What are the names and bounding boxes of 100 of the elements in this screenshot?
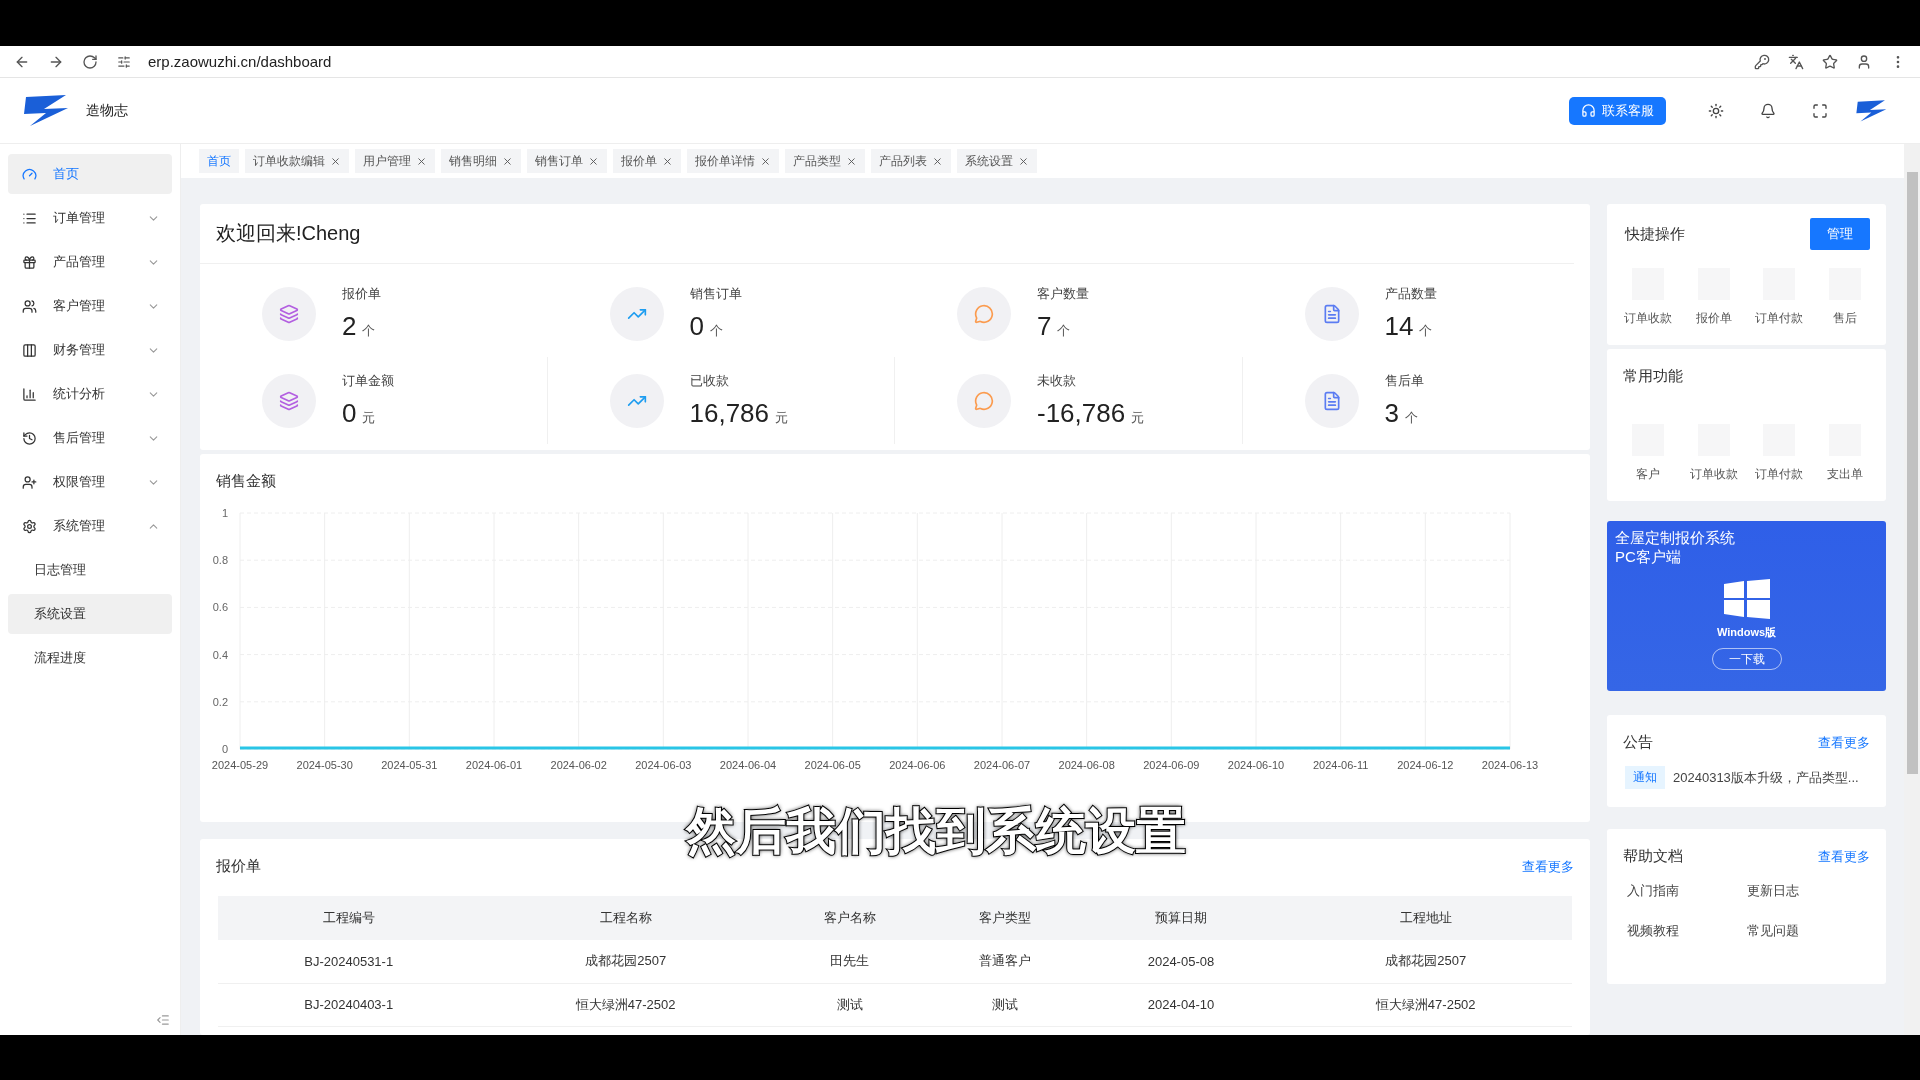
- card-title: 公告: [1623, 733, 1653, 752]
- stat-value: 3 个: [1384, 398, 1419, 429]
- x-tick-label: 2024-06-04: [719, 759, 777, 771]
- sidebar-subitem[interactable]: 日志管理: [8, 550, 172, 590]
- x-tick-label: 2024-05-30: [296, 759, 353, 771]
- stat-label: 已收款: [689, 372, 730, 390]
- stat-value: 16,786 元: [689, 398, 789, 429]
- bell-icon[interactable]: [1760, 102, 1776, 119]
- x-tick-label: 2024-05-29: [211, 759, 269, 771]
- close-icon[interactable]: [502, 155, 513, 167]
- page-tab[interactable]: 报价单详情: [687, 149, 779, 173]
- menu-icon: [22, 210, 37, 226]
- page-tab[interactable]: 报价单: [613, 149, 681, 173]
- scrollbar-thumb[interactable]: [1906, 172, 1918, 774]
- x-tick-label: 2024-06-02: [550, 759, 607, 771]
- x-tick-label: 2024-06-05: [804, 759, 861, 771]
- support-button[interactable]: 联系客服: [1569, 96, 1666, 125]
- x-tick-label: 2024-06-12: [1397, 759, 1454, 771]
- page-tab[interactable]: 产品列表: [871, 149, 951, 173]
- sidebar-subitem[interactable]: 流程进度: [8, 638, 172, 678]
- table-cell: BJ-20240531-1: [218, 940, 480, 983]
- close-icon[interactable]: [760, 155, 771, 167]
- help-link[interactable]: 常见问题: [1746, 922, 1866, 940]
- sidebar-subitem[interactable]: 系统设置: [8, 594, 172, 634]
- sidebar-item[interactable]: 权限管理: [8, 462, 172, 502]
- shortcut-label[interactable]: 客户: [1635, 466, 1660, 483]
- menu-icon: [22, 166, 37, 182]
- sidebar-item[interactable]: 售后管理: [8, 418, 172, 458]
- sidebar-item[interactable]: 客户管理: [8, 286, 172, 326]
- x-tick-label: 2024-05-31: [381, 759, 438, 771]
- table-cell: 恒大绿洲47-2502: [1279, 983, 1572, 1026]
- help-link[interactable]: 更新日志: [1746, 882, 1866, 900]
- stat-value: 0 个: [689, 311, 724, 342]
- close-icon[interactable]: [846, 155, 857, 167]
- x-tick-label: 2024-06-13: [1481, 759, 1539, 771]
- close-icon[interactable]: [588, 155, 599, 167]
- menu-icon: [22, 298, 37, 314]
- sidebar-item[interactable]: 订单管理: [8, 198, 172, 238]
- notice-text[interactable]: 20240313版本升级，产品类型...: [1673, 768, 1859, 787]
- menu-icon: [22, 518, 37, 534]
- menu-icon: [22, 254, 37, 270]
- sidebar-item[interactable]: 首页: [8, 154, 172, 194]
- more-link[interactable]: 查看更多: [1818, 847, 1870, 866]
- table-cell: 普通客户: [927, 940, 1083, 983]
- welcome-title: 欢迎回来!Cheng: [200, 204, 1574, 264]
- card-title: 常用功能: [1622, 366, 1684, 386]
- close-icon[interactable]: [416, 155, 427, 167]
- windows-icon: [1723, 579, 1770, 619]
- page-tab[interactable]: 销售订单: [527, 149, 607, 173]
- sidebar-item[interactable]: 统计分析: [8, 374, 172, 414]
- sidebar-item[interactable]: 系统管理: [8, 506, 172, 546]
- sidebar-item[interactable]: 产品管理: [8, 242, 172, 282]
- table-cell: 测试: [927, 983, 1083, 1026]
- shortcut-label[interactable]: 订单收款: [1689, 466, 1738, 483]
- column-header: 工程地址: [1279, 896, 1572, 940]
- close-icon[interactable]: [1018, 155, 1029, 167]
- platform-label: Windows版: [1716, 625, 1777, 640]
- sidebar-item[interactable]: 财务管理: [8, 330, 172, 370]
- sun-icon[interactable]: [1708, 102, 1724, 119]
- shortcut-label[interactable]: 订单收款: [1623, 310, 1672, 327]
- table-cell: BJ-20240403-1: [218, 983, 480, 1026]
- shortcut-label[interactable]: 售后: [1833, 310, 1858, 327]
- page-tab[interactable]: 销售明细: [441, 149, 521, 173]
- more-link[interactable]: 查看更多: [1522, 857, 1574, 876]
- shortcut-label[interactable]: 支出单: [1827, 466, 1864, 483]
- more-link[interactable]: 查看更多: [1818, 733, 1870, 752]
- page-tab[interactable]: 用户管理: [355, 149, 435, 173]
- x-tick-label: 2024-06-09: [1143, 759, 1200, 771]
- page-tab[interactable]: 产品类型: [785, 149, 865, 173]
- column-header: 工程名称: [479, 896, 772, 940]
- page-tab[interactable]: 订单收款编辑: [245, 149, 349, 173]
- shortcut-label[interactable]: 订单付款: [1755, 310, 1804, 327]
- column-header: 预算日期: [1082, 896, 1280, 940]
- close-icon[interactable]: [662, 155, 673, 167]
- page-tab[interactable]: 系统设置: [957, 149, 1037, 173]
- shortcut-label[interactable]: 订单付款: [1755, 466, 1804, 483]
- chart-title: 销售金额: [215, 471, 277, 491]
- stat-value: 7 个: [1037, 311, 1072, 342]
- app-name: 造物志: [86, 101, 128, 120]
- page-tab[interactable]: 首页: [199, 149, 239, 173]
- table-cell: 恒大绿洲47-2502: [479, 983, 772, 1026]
- manage-button[interactable]: 管理: [1810, 218, 1870, 250]
- table-cell: 成都花园2507: [479, 940, 772, 983]
- close-icon[interactable]: [330, 155, 341, 167]
- y-tick-label: 0: [221, 743, 228, 755]
- x-tick-label: 2024-06-11: [1312, 759, 1369, 771]
- column-header: 工程编号: [218, 896, 480, 940]
- column-header: 客户名称: [771, 896, 928, 940]
- help-link[interactable]: 入门指南: [1627, 882, 1747, 900]
- notice-tag: 通知: [1625, 766, 1665, 789]
- x-tick-label: 2024-06-03: [635, 759, 692, 771]
- fullscreen-icon[interactable]: [1812, 102, 1828, 119]
- shortcut-label[interactable]: 报价单: [1695, 310, 1732, 327]
- headset-icon: [1581, 103, 1596, 118]
- column-header: 客户类型: [927, 896, 1083, 940]
- close-icon[interactable]: [932, 155, 943, 167]
- table-cell: 2024-04-10: [1082, 983, 1280, 1026]
- help-link[interactable]: 视频教程: [1627, 922, 1747, 940]
- stat-label: 产品数量: [1384, 285, 1437, 303]
- promo-banner[interactable]: 全屋定制报价系统 PC客户端 Windows版 一下载: [1607, 521, 1886, 691]
